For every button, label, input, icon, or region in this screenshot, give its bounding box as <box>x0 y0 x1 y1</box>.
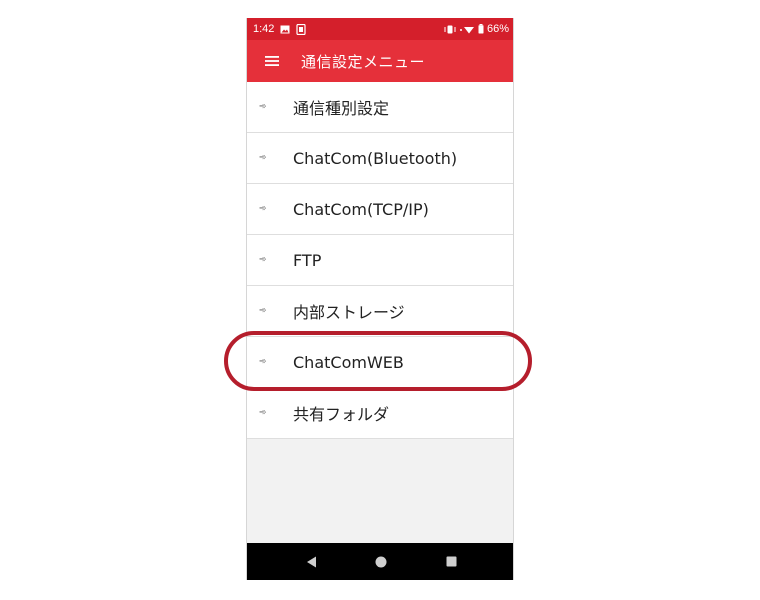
menu-list: ➾ 通信種別設定 ➾ ChatCom(Bluetooth) ➾ ChatCom(… <box>247 82 513 439</box>
arrow-right-icon: ➾ <box>259 306 267 316</box>
menu-item-shared-folder[interactable]: ➾ 共有フォルダ <box>247 388 513 439</box>
menu-item-label: 通信種別設定 <box>293 99 390 118</box>
menu-item-label: 内部ストレージ <box>293 303 405 322</box>
status-time: 1:42 <box>253 23 275 35</box>
empty-area <box>247 439 513 543</box>
page: 1:42 66% 通信設定メニュー ➾ 通信種別設定 ➾ ChatCom(Blu… <box>0 0 760 600</box>
home-icon[interactable] <box>371 552 391 572</box>
image-icon <box>280 25 290 34</box>
status-right: 66% <box>444 23 513 35</box>
arrow-right-icon: ➾ <box>259 408 267 418</box>
screenshot-icon <box>296 23 307 35</box>
menu-item-chatcomweb[interactable]: ➾ ChatComWEB <box>247 337 513 388</box>
arrow-right-icon: ➾ <box>259 102 267 112</box>
menu-item-internal-storage[interactable]: ➾ 内部ストレージ <box>247 286 513 337</box>
arrow-right-icon: ➾ <box>259 255 267 265</box>
system-nav-bar <box>247 543 513 580</box>
phone-screen: 1:42 66% 通信設定メニュー ➾ 通信種別設定 ➾ ChatCom(Blu… <box>246 18 514 580</box>
battery-percent: 66% <box>486 23 509 35</box>
arrow-right-icon: ➾ <box>259 357 267 367</box>
arrow-right-icon: ➾ <box>259 153 267 163</box>
menu-item-label: ChatCom(Bluetooth) <box>293 148 458 168</box>
menu-item-chatcom-tcpip[interactable]: ➾ ChatCom(TCP/IP) <box>247 184 513 235</box>
recents-icon[interactable] <box>441 552 461 572</box>
menu-item-comm-type-settings[interactable]: ➾ 通信種別設定 <box>247 82 513 133</box>
wifi-icon <box>459 25 475 34</box>
app-title: 通信設定メニュー <box>301 52 426 71</box>
menu-item-label: FTP <box>293 250 322 270</box>
back-icon[interactable] <box>301 552 321 572</box>
battery-icon <box>478 24 484 34</box>
arrow-right-icon: ➾ <box>259 204 267 214</box>
menu-item-label: ChatCom(TCP/IP) <box>293 199 429 219</box>
status-bar: 1:42 66% <box>247 18 513 40</box>
app-bar: 通信設定メニュー <box>247 40 513 82</box>
menu-item-chatcom-bluetooth[interactable]: ➾ ChatCom(Bluetooth) <box>247 133 513 184</box>
menu-item-label: 共有フォルダ <box>293 405 390 424</box>
hamburger-menu-icon[interactable] <box>257 46 287 76</box>
status-left: 1:42 <box>247 23 307 35</box>
menu-item-ftp[interactable]: ➾ FTP <box>247 235 513 286</box>
vibrate-icon <box>444 25 456 34</box>
menu-item-label: ChatComWEB <box>293 352 404 372</box>
